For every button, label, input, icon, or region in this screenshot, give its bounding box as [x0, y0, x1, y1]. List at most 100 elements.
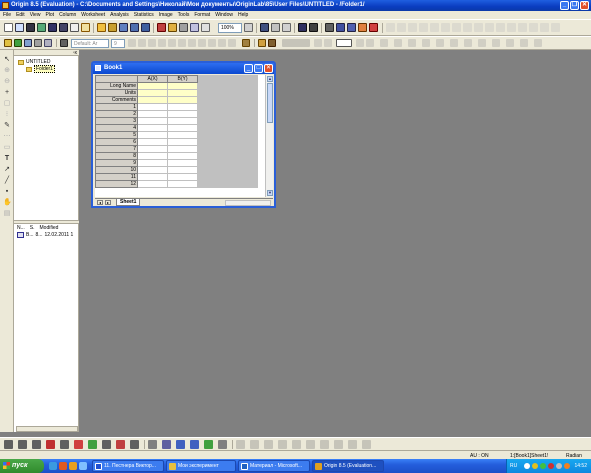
column-header-b[interactable]: B(Y): [167, 75, 198, 83]
row-header[interactable]: 5: [95, 131, 138, 139]
table-icon[interactable]: [478, 39, 486, 47]
row-header[interactable]: 6: [95, 138, 138, 146]
3d-bar-icon[interactable]: [176, 440, 185, 449]
axis-icon[interactable]: [408, 39, 416, 47]
row-header[interactable]: 12: [95, 180, 138, 188]
results-log-icon[interactable]: [347, 23, 356, 32]
new-notes-icon[interactable]: [81, 23, 90, 32]
close-icon[interactable]: ✕: [264, 64, 273, 73]
new-matrix-icon[interactable]: [37, 23, 46, 32]
cell[interactable]: [137, 117, 168, 125]
scale-icon[interactable]: ▢: [3, 100, 11, 107]
cell[interactable]: [167, 166, 198, 174]
add-app-icon[interactable]: [369, 23, 378, 32]
explorer-splitter[interactable]: [14, 220, 79, 224]
scatter-plot-icon[interactable]: [18, 440, 27, 449]
increase-font-icon[interactable]: [188, 39, 196, 47]
worksheet-vscrollbar[interactable]: ▲ ▼: [265, 75, 273, 197]
cell[interactable]: [167, 117, 198, 125]
maximize-icon[interactable]: □: [254, 64, 263, 73]
save-project-icon[interactable]: [119, 23, 128, 32]
column-plot-icon[interactable]: [46, 440, 55, 449]
forward-icon[interactable]: [485, 23, 494, 32]
zoom-out-icon[interactable]: ⊖: [3, 78, 11, 85]
open-template-icon[interactable]: [108, 23, 117, 32]
same-height-icon[interactable]: [452, 23, 461, 32]
batch-plot-icon[interactable]: [190, 23, 199, 32]
scroll-up-icon[interactable]: ▲: [267, 76, 273, 82]
line-plot-icon[interactable]: [4, 440, 13, 449]
tab-next-icon[interactable]: ▸: [105, 200, 111, 205]
find-icon[interactable]: [34, 39, 42, 47]
window-list-icon[interactable]: [44, 39, 52, 47]
contour-plot-icon[interactable]: [130, 440, 139, 449]
draw-data-icon[interactable]: ✎: [3, 122, 11, 129]
cut-icon[interactable]: [325, 23, 334, 32]
backward-icon[interactable]: [496, 23, 505, 32]
menu-worksheet[interactable]: Worksheet: [81, 12, 105, 18]
line-color-icon[interactable]: [268, 39, 276, 47]
menu-window[interactable]: Window: [215, 12, 233, 18]
cell[interactable]: [167, 180, 198, 188]
menu-edit[interactable]: Edit: [16, 12, 25, 18]
row-header[interactable]: 7: [95, 145, 138, 153]
math-icon[interactable]: [520, 39, 528, 47]
cell[interactable]: [137, 166, 168, 174]
data-reader-icon[interactable]: +: [3, 89, 11, 96]
3d-scatter-icon[interactable]: [190, 440, 199, 449]
worksheet-hscrollbar[interactable]: [225, 200, 271, 206]
row-header[interactable]: 2: [95, 110, 138, 118]
statistics-plot-icon[interactable]: [116, 440, 125, 449]
format-painter-icon[interactable]: [60, 39, 68, 47]
digitizer-icon[interactable]: [201, 23, 210, 32]
left-justify-icon[interactable]: [208, 39, 216, 47]
clock[interactable]: 14:52: [574, 463, 587, 469]
screen-reader-icon[interactable]: ⁝: [3, 111, 11, 118]
print-icon[interactable]: [260, 23, 269, 32]
vector-plot-icon[interactable]: [204, 440, 213, 449]
rotate-icon[interactable]: [551, 23, 560, 32]
rectangle-tool-icon[interactable]: ▪: [3, 188, 11, 195]
front-icon[interactable]: [463, 23, 472, 32]
merge-icon[interactable]: [450, 39, 458, 47]
sort-icon[interactable]: [492, 39, 500, 47]
menu-image[interactable]: Image: [159, 12, 173, 18]
timestamp-icon[interactable]: [320, 440, 329, 449]
line-symbol-plot-icon[interactable]: [32, 440, 41, 449]
new-function-icon[interactable]: [48, 23, 57, 32]
column-width-icon[interactable]: [529, 23, 538, 32]
scroll-thumb[interactable]: [267, 83, 273, 123]
cell[interactable]: [137, 89, 168, 97]
mask-icon[interactable]: ⋯: [3, 133, 11, 140]
rescale-icon[interactable]: [278, 440, 287, 449]
command-window-icon[interactable]: [358, 23, 367, 32]
cell[interactable]: [167, 173, 198, 181]
row-label-long-name[interactable]: Long Name: [95, 82, 138, 90]
line-tool-icon[interactable]: ╱: [3, 177, 11, 184]
workbook-icon[interactable]: [95, 65, 101, 71]
close-icon[interactable]: ✕: [580, 1, 589, 10]
menu-column[interactable]: Column: [59, 12, 76, 18]
menu-plot[interactable]: Plot: [45, 12, 54, 18]
pattern-icon[interactable]: [258, 39, 266, 47]
3d-plot-icon[interactable]: [102, 440, 111, 449]
cell[interactable]: [137, 180, 168, 188]
help-tray-icon[interactable]: [524, 463, 530, 469]
column-header-a[interactable]: A(X): [137, 75, 168, 83]
cross-icon[interactable]: [506, 39, 514, 47]
scroll-down-icon[interactable]: ▼: [267, 190, 273, 196]
row-header[interactable]: 8: [95, 152, 138, 160]
row-label-units[interactable]: Units: [95, 89, 138, 97]
symbol-color-icon[interactable]: [380, 39, 388, 47]
row-label-comments[interactable]: Comments: [95, 96, 138, 104]
cell[interactable]: [137, 145, 168, 153]
font-name-combo[interactable]: Default: Ar: [71, 39, 109, 48]
row-header[interactable]: 9: [95, 159, 138, 167]
cell[interactable]: [137, 124, 168, 132]
ungroup-icon[interactable]: [518, 23, 527, 32]
row-header[interactable]: 4: [95, 124, 138, 132]
scale-bar-icon[interactable]: [362, 440, 371, 449]
underline-icon[interactable]: [148, 39, 156, 47]
start-button[interactable]: пуск: [0, 459, 44, 473]
area-plot-icon[interactable]: [60, 440, 69, 449]
